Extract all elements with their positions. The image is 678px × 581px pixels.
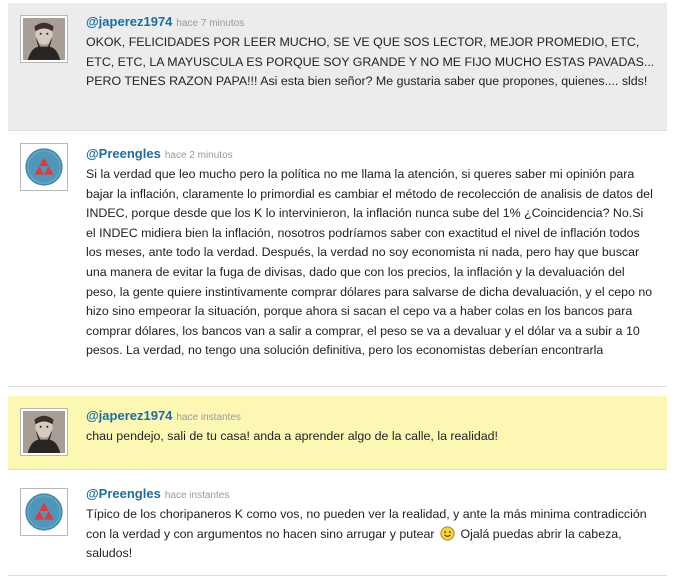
username-link[interactable]: @japerez1974	[86, 408, 172, 423]
comment-feed: @japerez1974 hace 7 minutos OKOK, FELICID…	[0, 0, 678, 581]
comment-text: chau pendejo, sali de tu casa! anda a ap…	[86, 429, 498, 443]
username-link[interactable]: @Preengles	[86, 486, 161, 501]
triforce-badge-icon	[23, 491, 65, 533]
comment-text: Si la verdad que leo mucho pero la polít…	[86, 167, 653, 358]
post-header: @japerez1974 hace 7 minutos	[86, 14, 655, 32]
timestamp: hace instantes	[176, 412, 241, 423]
comment-text: Típico de los choripaneros K como vos, n…	[86, 505, 655, 564]
triforce-badge-icon	[23, 146, 65, 188]
post-header: @Preengles hace instantes	[86, 486, 655, 504]
bearded-man-portrait-icon	[23, 411, 65, 453]
comment-text: OKOK, FELICIDADES POR LEER MUCHO, SE VE …	[86, 35, 655, 89]
bearded-man-portrait-icon	[23, 18, 65, 60]
avatar[interactable]	[20, 15, 68, 63]
avatar[interactable]	[20, 408, 68, 456]
comment-post: @Preengles hace 2 minutos Si la verdad qu…	[8, 131, 667, 387]
post-header: @japerez1974 hace instantes	[86, 408, 655, 426]
avatar[interactable]	[20, 488, 68, 536]
comment-post: @japerez1974 hace instantes chau pendejo,…	[8, 396, 667, 470]
smiley-icon	[440, 525, 455, 541]
avatar[interactable]	[20, 143, 68, 191]
timestamp: hace instantes	[164, 490, 230, 501]
timestamp: hace 2 minutos	[164, 150, 233, 161]
post-header: @Preengles hace 2 minutos	[86, 146, 655, 164]
comment-post: @Preengles hace instantes Típico de los c…	[8, 476, 667, 576]
username-link[interactable]: @japerez1974	[86, 14, 172, 29]
comment-post: @japerez1974 hace 7 minutos OKOK, FELICID…	[8, 3, 667, 131]
timestamp: hace 7 minutos	[176, 18, 245, 29]
username-link[interactable]: @Preengles	[86, 146, 161, 161]
